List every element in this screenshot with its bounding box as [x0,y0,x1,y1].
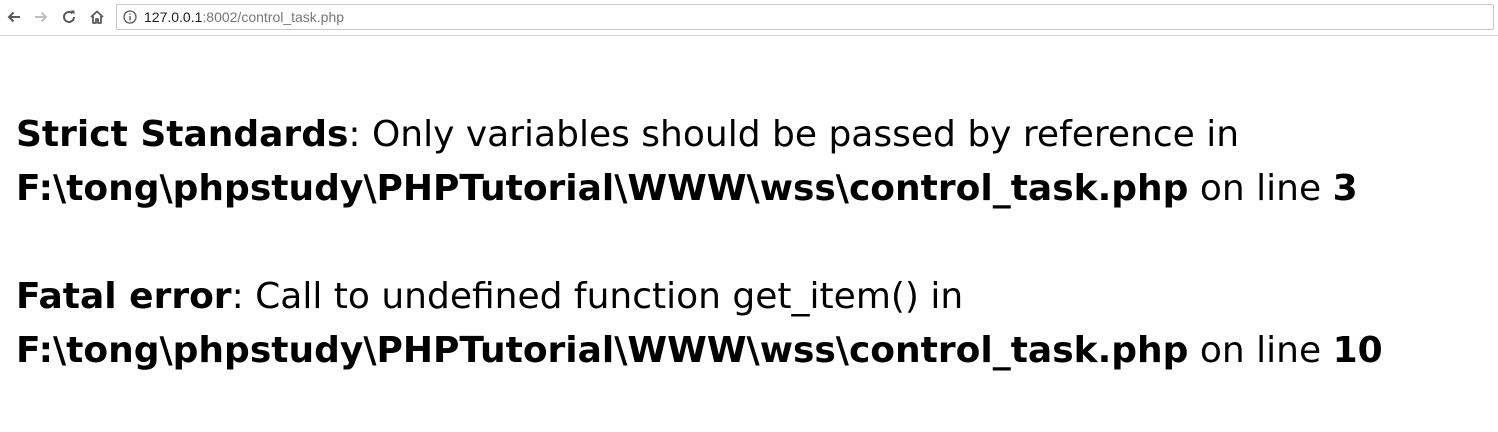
home-button[interactable] [86,6,108,28]
reload-button[interactable] [58,6,80,28]
url-text[interactable]: 127.0.0.1:8002/control_task.php [144,5,344,29]
on-line-text: on line [1188,330,1333,371]
error-file: F:\tong\phpstudy\PHPTutorial\WWW\wss\con… [16,168,1189,209]
error-message-strict: Strict Standards: Only variables should … [16,108,1476,216]
on-line-text: on line [1188,168,1333,209]
home-icon [90,10,104,24]
error-line-number: 3 [1332,168,1358,209]
error-file: F:\tong\phpstudy\PHPTutorial\WWW\wss\con… [16,330,1189,371]
url-host: 127.0.0.1 [144,9,203,25]
reload-icon [63,10,75,23]
error-type: Strict Standards [16,114,349,155]
info-icon[interactable] [123,10,137,24]
address-bar[interactable]: 127.0.0.1:8002/control_task.php [116,4,1494,30]
error-text: : Only variables should be passed by ref… [348,114,1240,155]
page-content: Strict Standards: Only variables should … [16,108,1476,432]
error-line-number: 10 [1332,330,1383,371]
back-button[interactable] [3,6,25,28]
browser-toolbar: 127.0.0.1:8002/control_task.php [0,0,1498,36]
url-path: :8002/control_task.php [202,9,345,25]
arrow-left-icon [7,11,20,23]
error-message-fatal: Fatal error: Call to undefined function … [16,270,1476,378]
forward-button[interactable] [30,6,52,28]
arrow-right-icon [35,11,48,23]
error-text: : Call to undefined function get_item() … [231,276,964,317]
error-type: Fatal error [16,276,232,317]
